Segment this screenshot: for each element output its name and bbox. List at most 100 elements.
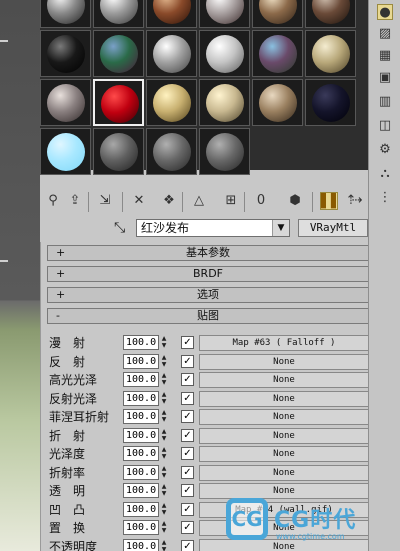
- material-sample-slot[interactable]: [40, 30, 91, 77]
- material-sample-slot[interactable]: [146, 79, 197, 126]
- amount-spinner[interactable]: ▲ ▼: [160, 520, 168, 535]
- material-sample-slot[interactable]: [93, 79, 144, 126]
- spinner-up-icon[interactable]: ▲: [160, 335, 168, 342]
- map-amount-field[interactable]: 100.0: [123, 427, 159, 443]
- spinner-down-icon[interactable]: ▼: [160, 527, 168, 534]
- material-sample-slot[interactable]: [252, 30, 303, 77]
- map-slot-button[interactable]: None: [199, 427, 368, 444]
- rollout-header[interactable]: BRDF +: [47, 266, 368, 282]
- sample-type-sphere-icon[interactable]: ●: [377, 4, 393, 20]
- map-enabled-checkbox[interactable]: ✓: [181, 373, 194, 386]
- map-amount-field[interactable]: 100.0: [123, 409, 159, 424]
- spinner-up-icon[interactable]: ▲: [160, 428, 168, 435]
- make-copy-icon[interactable]: ❖: [160, 192, 178, 210]
- rollout-header[interactable]: 贴图 -: [47, 308, 368, 324]
- amount-spinner[interactable]: ▲ ▼: [160, 502, 168, 517]
- map-enabled-checkbox[interactable]: ✓: [181, 484, 194, 497]
- put-to-scene-icon[interactable]: ⇪: [66, 192, 84, 210]
- material-effects-channel-icon[interactable]: 0: [252, 192, 270, 210]
- map-enabled-checkbox[interactable]: ✓: [181, 502, 194, 516]
- spinner-down-icon[interactable]: ▼: [160, 453, 168, 460]
- material-sample-slot[interactable]: [305, 0, 356, 28]
- options-icon[interactable]: ⚙: [377, 142, 393, 158]
- map-amount-field[interactable]: 100.0: [123, 483, 159, 498]
- amount-spinner[interactable]: ▲ ▼: [160, 446, 168, 461]
- go-forward-to-sibling-icon[interactable]: ⇢: [348, 192, 366, 210]
- assign-material-icon[interactable]: ⇲: [96, 192, 114, 210]
- show-end-result-icon[interactable]: ▌▌: [320, 192, 341, 210]
- material-sample-slot[interactable]: [93, 30, 144, 77]
- map-slot-button[interactable]: None: [199, 372, 368, 388]
- map-amount-field[interactable]: 100.0: [123, 372, 159, 387]
- map-slot-button[interactable]: None: [199, 353, 368, 370]
- map-slot-button[interactable]: None: [199, 464, 368, 481]
- spinner-up-icon[interactable]: ▲: [160, 372, 168, 379]
- amount-spinner[interactable]: ▲ ▼: [160, 539, 168, 551]
- material-sample-slot[interactable]: [305, 79, 356, 126]
- spinner-up-icon[interactable]: ▲: [160, 520, 168, 527]
- map-enabled-checkbox[interactable]: ✓: [181, 336, 194, 349]
- get-material-icon[interactable]: ⚲: [44, 192, 62, 210]
- material-sample-slot[interactable]: [199, 0, 250, 28]
- material-sample-slot[interactable]: [146, 30, 197, 77]
- spinner-down-icon[interactable]: ▼: [160, 490, 168, 497]
- spinner-up-icon[interactable]: ▲: [160, 391, 168, 398]
- spinner-up-icon[interactable]: ▲: [160, 539, 168, 546]
- map-slot-button[interactable]: None: [199, 409, 368, 425]
- spinner-down-icon[interactable]: ▼: [160, 546, 168, 551]
- amount-spinner[interactable]: ▲ ▼: [160, 428, 168, 443]
- map-enabled-checkbox[interactable]: ✓: [181, 428, 194, 442]
- spinner-down-icon[interactable]: ▼: [160, 472, 168, 479]
- map-amount-field[interactable]: 100.0: [123, 446, 159, 461]
- material-sample-slot[interactable]: [252, 0, 303, 28]
- map-enabled-checkbox[interactable]: ✓: [181, 410, 194, 423]
- map-amount-field[interactable]: 100.0: [123, 464, 159, 480]
- spinner-down-icon[interactable]: ▼: [160, 342, 168, 349]
- rollout-header[interactable]: 选项 +: [47, 287, 368, 303]
- material-sample-slot[interactable]: [199, 79, 250, 126]
- show-map-in-viewport-icon[interactable]: ⬢: [286, 192, 304, 210]
- spinner-down-icon[interactable]: ▼: [160, 398, 168, 405]
- map-enabled-checkbox[interactable]: ✓: [181, 391, 194, 405]
- material-sample-slot[interactable]: [93, 128, 144, 175]
- spinner-down-icon[interactable]: ▼: [160, 509, 168, 516]
- map-enabled-checkbox[interactable]: ✓: [181, 447, 194, 460]
- map-enabled-checkbox[interactable]: ✓: [181, 354, 194, 368]
- reset-map-icon[interactable]: ✕: [130, 192, 148, 210]
- material-sample-slot[interactable]: [40, 0, 91, 28]
- map-amount-field[interactable]: 100.0: [123, 335, 159, 350]
- material-sample-slot[interactable]: [93, 0, 144, 28]
- amount-spinner[interactable]: ▲ ▼: [160, 465, 168, 480]
- map-amount-field[interactable]: 100.0: [123, 520, 159, 535]
- material-sample-slot[interactable]: [199, 30, 250, 77]
- pick-material-from-object-icon[interactable]: ⤡: [114, 218, 130, 238]
- put-to-library-icon[interactable]: ⊞: [222, 192, 240, 210]
- map-amount-field[interactable]: 100.0: [123, 353, 159, 369]
- map-slot-button[interactable]: None: [199, 446, 368, 462]
- spinner-up-icon[interactable]: ▲: [160, 446, 168, 453]
- material-type-button[interactable]: VRayMtl: [298, 219, 368, 237]
- spinner-up-icon[interactable]: ▲: [160, 409, 168, 416]
- map-slot-button[interactable]: Map #63 ( Falloff ): [199, 335, 368, 351]
- spinner-down-icon[interactable]: ▼: [160, 416, 168, 423]
- amount-spinner[interactable]: ▲ ▼: [160, 372, 168, 387]
- spinner-down-icon[interactable]: ▼: [160, 435, 168, 442]
- map-amount-field[interactable]: 100.0: [123, 501, 159, 517]
- material-sample-slot[interactable]: [146, 128, 197, 175]
- amount-spinner[interactable]: ▲ ▼: [160, 409, 168, 424]
- select-by-material-icon[interactable]: ⛬: [377, 166, 393, 182]
- chevron-down-icon[interactable]: ▼: [272, 220, 289, 236]
- spinner-up-icon[interactable]: ▲: [160, 483, 168, 490]
- material-sample-slot[interactable]: [146, 0, 197, 28]
- map-amount-field[interactable]: 100.0: [123, 390, 159, 406]
- map-enabled-checkbox[interactable]: ✓: [181, 521, 194, 534]
- sample-uv-tiling-icon[interactable]: ▣: [377, 70, 393, 86]
- material-sample-slot[interactable]: [199, 128, 250, 175]
- rollout-header[interactable]: 基本参数 +: [47, 245, 368, 261]
- material-sample-slot[interactable]: [252, 79, 303, 126]
- spinner-up-icon[interactable]: ▲: [160, 502, 168, 509]
- amount-spinner[interactable]: ▲ ▼: [160, 483, 168, 498]
- spinner-down-icon[interactable]: ▼: [160, 361, 168, 368]
- map-enabled-checkbox[interactable]: ✓: [181, 539, 194, 551]
- map-slot-button[interactable]: None: [199, 390, 368, 407]
